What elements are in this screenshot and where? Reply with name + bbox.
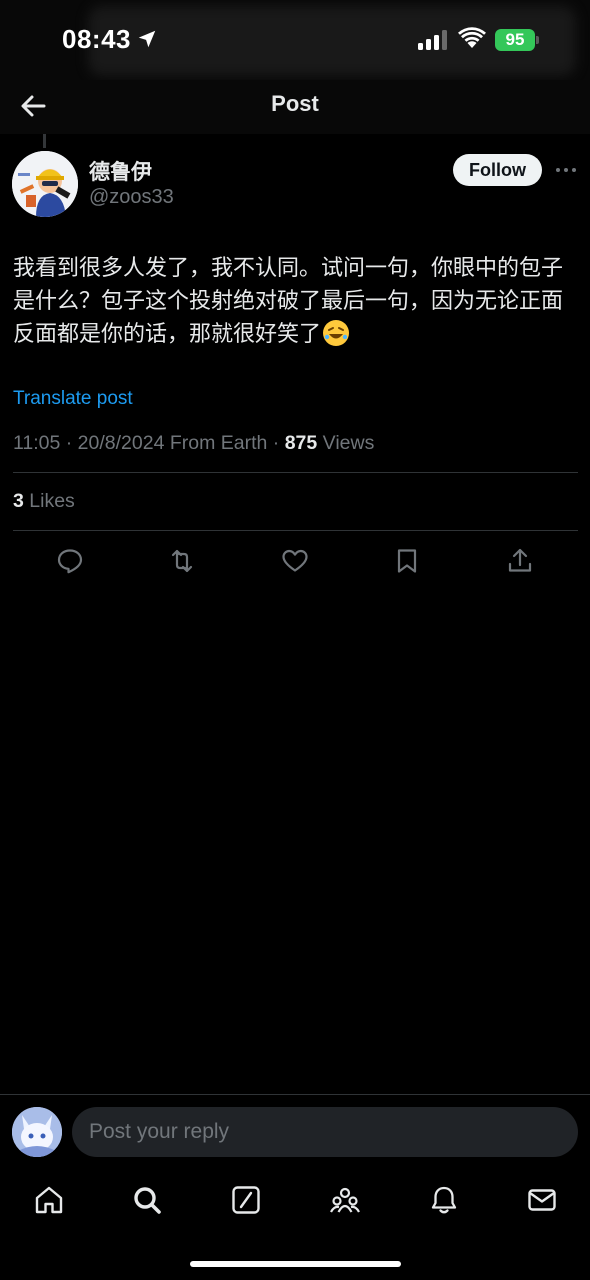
battery-indicator: 95	[495, 29, 539, 51]
thread-connector	[43, 134, 46, 148]
notifications-icon[interactable]	[428, 1184, 460, 1216]
likes-label[interactable]: Likes	[24, 490, 75, 512]
post-text: 我看到很多人发了，我不认同。试问一句，你眼中的包子是什么？包子这个投射绝对破了最…	[13, 256, 564, 347]
reply-composer	[0, 1094, 590, 1168]
grok-icon[interactable]	[230, 1184, 262, 1216]
top-header: Post	[0, 80, 590, 134]
status-bar: 08:43 95	[0, 0, 590, 80]
home-indicator[interactable]	[190, 1261, 401, 1267]
status-time: 08:43	[62, 24, 131, 54]
likes-count[interactable]: 3	[13, 490, 24, 512]
cellular-signal-icon	[418, 30, 447, 50]
post-body: 我看到很多人发了，我不认同。试问一句，你眼中的包子是什么？包子这个投射绝对破了最…	[13, 252, 573, 351]
author-avatar[interactable]	[12, 151, 78, 217]
more-options-icon[interactable]	[555, 160, 577, 180]
repost-icon[interactable]	[168, 547, 196, 575]
battery-tip	[536, 36, 539, 44]
views-count[interactable]: 875	[285, 432, 318, 454]
post-metadata: 11:05 · 20/8/2024 From Earth · 875 Views	[13, 432, 374, 455]
my-avatar-image	[12, 1107, 62, 1157]
my-avatar[interactable]	[12, 1107, 62, 1157]
share-icon[interactable]	[506, 547, 534, 575]
search-icon[interactable]	[131, 1184, 163, 1216]
location-arrow-icon	[138, 30, 156, 48]
post-action-bar	[0, 541, 590, 581]
divider	[13, 472, 578, 473]
translate-post-link[interactable]: Translate post	[13, 388, 133, 410]
messages-icon[interactable]	[526, 1184, 558, 1216]
bookmark-icon[interactable]	[393, 547, 421, 575]
bottom-navigation	[0, 1168, 590, 1280]
rolling-laughing-emoji-icon	[323, 320, 350, 346]
divider	[13, 530, 578, 531]
reply-input[interactable]	[72, 1107, 578, 1157]
author-avatar-image	[12, 151, 78, 217]
wifi-icon	[458, 27, 486, 48]
reply-icon[interactable]	[56, 547, 84, 575]
likes-summary[interactable]: 3 Likes	[13, 490, 75, 513]
page-title: Post	[271, 91, 319, 116]
views-label[interactable]: Views	[317, 432, 375, 454]
post-timestamp: 11:05 · 20/8/2024 From Earth ·	[13, 432, 285, 454]
communities-icon[interactable]	[329, 1184, 361, 1216]
home-icon[interactable]	[33, 1184, 65, 1216]
battery-level: 95	[495, 29, 535, 51]
follow-button[interactable]: Follow	[453, 154, 542, 186]
post-screen: 08:43 95 Post 德鲁伊 @zoos33 Follow 我看到很多人发…	[0, 0, 590, 1280]
author-handle[interactable]: @zoos33	[89, 186, 174, 209]
like-icon[interactable]	[281, 547, 309, 575]
author-name[interactable]: 德鲁伊	[89, 156, 152, 186]
